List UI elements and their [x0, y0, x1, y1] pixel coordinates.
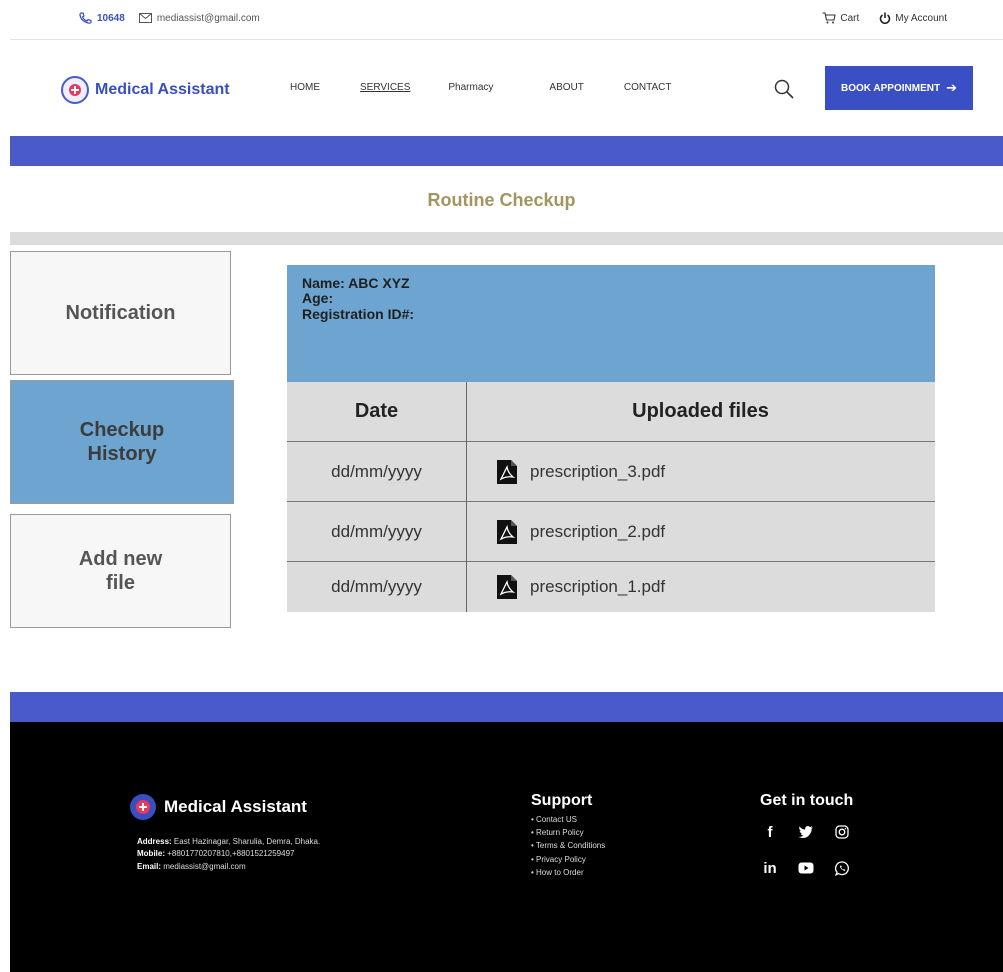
pdf-file-icon: [497, 460, 517, 484]
sidebar-item-checkup-history[interactable]: Checkup History: [10, 380, 234, 504]
patient-name: Name: ABC XYZ: [302, 275, 410, 291]
hotline[interactable]: 10648: [78, 12, 125, 24]
sidebar-item-label: Checkup History: [79, 419, 165, 465]
mobile-label: Mobile:: [137, 849, 165, 859]
facebook-icon[interactable]: f: [760, 824, 780, 841]
support-link-return-policy[interactable]: Return Policy: [531, 826, 605, 839]
sidebar-item-add-new-file[interactable]: Add new file: [10, 514, 231, 628]
column-header-files: Uploaded files: [632, 400, 769, 422]
social-row: f: [760, 820, 868, 844]
brand-logo-link[interactable]: Medical Assistant: [61, 76, 230, 104]
column-divider: [466, 382, 467, 612]
cart-link[interactable]: Cart: [822, 12, 859, 24]
table-header: Date Uploaded files: [287, 382, 935, 441]
footer-brand[interactable]: Medical Assistant: [130, 794, 307, 820]
medical-cross-logo-icon: [61, 76, 89, 104]
email-link[interactable]: mediassist@gmail.com: [138, 12, 260, 24]
page-title: Routine Checkup: [427, 190, 576, 210]
cart-icon: [822, 12, 837, 24]
youtube-icon[interactable]: [796, 862, 816, 874]
nav-menu: HOME SERVICES Pharmacy ABOUT CONTACT: [290, 82, 671, 93]
nav-home[interactable]: HOME: [290, 82, 320, 93]
brand-name: Medical Assistant: [95, 81, 230, 98]
instagram-icon[interactable]: [832, 825, 852, 839]
section-divider: [10, 232, 1003, 245]
email-text: mediassist@gmail.com: [156, 12, 260, 24]
file-name: prescription_1.pdf: [530, 577, 666, 596]
support-links: Contact US Return Policy Terms & Conditi…: [531, 813, 605, 879]
footer-support: Support Contact US Return Policy Terms &…: [531, 792, 605, 879]
footer-social: Get in touch f in: [760, 792, 868, 892]
table-row: dd/mm/yyyy prescription_1.pdf: [287, 562, 935, 612]
footer-email: Email: mediassist@gmail.com: [137, 861, 320, 873]
sidebar-item-label: Notification: [65, 302, 176, 324]
cart-label: Cart: [840, 12, 860, 24]
book-appointment-button[interactable]: BOOK APPOINMENT ➔: [825, 66, 973, 110]
patient-age: Age:: [302, 290, 334, 307]
sidebar-item-label: Add new file: [78, 548, 163, 594]
file-link[interactable]: prescription_1.pdf: [466, 562, 935, 612]
linkedin-icon[interactable]: in: [760, 860, 780, 877]
patient-info-card: Name: ABC XYZ Age: Registration ID#:: [287, 265, 935, 382]
pdf-file-icon: [497, 520, 517, 544]
column-header-date: Date: [354, 400, 399, 422]
support-heading: Support: [531, 792, 593, 809]
footer-brand-name: Medical Assistant: [164, 797, 307, 816]
footer-mobile: Mobile: +8801770207810,+8801521259497: [137, 848, 320, 860]
whatsapp-icon[interactable]: [832, 860, 852, 876]
row-date: dd/mm/yyyy: [331, 577, 422, 596]
my-account-link[interactable]: My Account: [879, 12, 947, 24]
book-appointment-label: BOOK APPOINMENT: [841, 82, 941, 94]
header-accent-band: [10, 136, 1003, 166]
address-label: Address:: [137, 837, 172, 846]
nav-about[interactable]: ABOUT: [549, 82, 583, 93]
row-date: dd/mm/yyyy: [331, 462, 422, 481]
sidebar-item-notification[interactable]: Notification: [10, 251, 231, 375]
medical-cross-logo-icon: [130, 794, 156, 820]
file-name: prescription_2.pdf: [530, 522, 666, 541]
email-label: Email:: [137, 861, 162, 871]
support-link-terms[interactable]: Terms & Conditions: [531, 839, 605, 852]
mail-icon: [138, 13, 152, 23]
nav-services[interactable]: SERVICES: [360, 82, 410, 93]
account-strip: Cart My Account: [822, 12, 947, 24]
email-value[interactable]: mediassist@gmail.com: [163, 862, 245, 871]
table-row: dd/mm/yyyy prescription_2.pdf: [287, 502, 935, 562]
checkup-history-table: Date Uploaded files dd/mm/yyyy prescript…: [287, 382, 935, 612]
nav-pharmacy[interactable]: Pharmacy: [448, 82, 493, 93]
phone-icon: [79, 12, 92, 24]
search-icon[interactable]: [774, 79, 794, 104]
support-link-contact-us[interactable]: Contact US: [531, 813, 605, 826]
patient-registration-id: Registration ID#:: [302, 305, 415, 322]
footer-accent-band: [10, 692, 1003, 722]
social-heading: Get in touch: [760, 792, 854, 809]
arrow-right-icon: ➔: [946, 80, 957, 95]
address-value: East Hazinagar, Sharulia, Demra, Dhaka.: [173, 837, 321, 846]
support-link-privacy[interactable]: Privacy Policy: [531, 853, 605, 866]
contact-strip: 10648 mediassist@gmail.com: [78, 12, 260, 24]
footer-address: Address: East Hazinagar, Sharulia, Demra…: [137, 836, 320, 848]
footer-contact-info: Address: East Hazinagar, Sharulia, Demra…: [137, 836, 320, 873]
twitter-icon[interactable]: [796, 825, 816, 839]
top-bar: 10648 mediassist@gmail.com Cart My Accou…: [0, 0, 1003, 40]
table-row: dd/mm/yyyy prescription_3.pdf: [287, 442, 935, 502]
pdf-file-icon: [497, 575, 517, 599]
nav-contact[interactable]: CONTACT: [624, 82, 672, 93]
footer: Medical Assistant Address: East Hazinaga…: [10, 722, 1003, 972]
social-row: in: [760, 856, 868, 880]
row-date: dd/mm/yyyy: [331, 522, 422, 541]
file-link[interactable]: prescription_2.pdf: [466, 502, 935, 562]
support-link-how-to-order[interactable]: How to Order: [531, 866, 605, 879]
hotline-number: 10648: [97, 12, 125, 24]
file-link[interactable]: prescription_3.pdf: [466, 442, 935, 502]
main-nav: Medical Assistant HOME SERVICES Pharmacy…: [0, 40, 1003, 136]
file-name: prescription_3.pdf: [530, 462, 666, 481]
my-account-label: My Account: [895, 12, 947, 24]
mobile-value: +8801770207810,+8801521259497: [167, 849, 295, 859]
power-icon: [880, 12, 891, 24]
